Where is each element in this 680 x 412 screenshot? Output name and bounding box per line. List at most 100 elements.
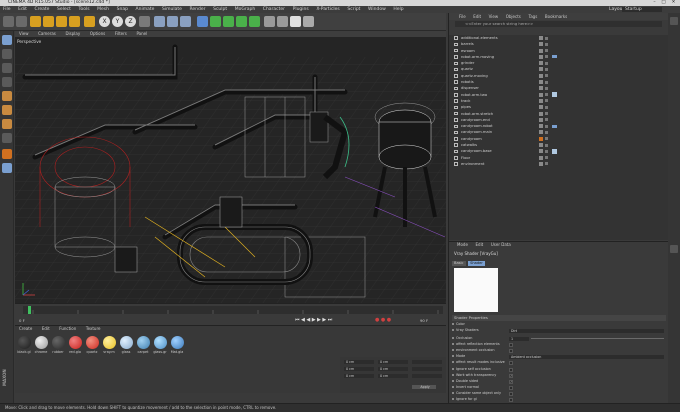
menu-window[interactable]: Window xyxy=(365,6,389,13)
layout-select[interactable]: Startup xyxy=(622,7,662,12)
om-menu-tags[interactable]: Tags xyxy=(525,13,540,20)
material-swatch[interactable]: Mat.gla xyxy=(170,336,184,354)
list-item[interactable]: environment xyxy=(449,161,669,167)
menu-create[interactable]: Create xyxy=(31,6,52,13)
rot-h-field[interactable] xyxy=(412,360,442,364)
om-menu-file[interactable]: File xyxy=(449,13,469,20)
polygons-mode-icon[interactable] xyxy=(2,119,12,129)
om-menu-bookmarks[interactable]: Bookmarks xyxy=(542,13,570,20)
undo-icon[interactable] xyxy=(3,16,14,27)
timeline-end[interactable]: 90 F xyxy=(420,318,428,323)
menu-tools[interactable]: Tools xyxy=(75,6,92,13)
objects-tab-icon[interactable] xyxy=(670,17,678,25)
array-icon[interactable] xyxy=(236,16,247,27)
render-view-icon[interactable] xyxy=(154,16,165,27)
recent-tool-icon[interactable] xyxy=(84,16,95,27)
material-swatch[interactable]: chrome xyxy=(34,336,48,354)
coord-x-field[interactable]: 0 cm xyxy=(344,360,374,364)
menu-simulate[interactable]: Simulate xyxy=(159,6,185,13)
sculpt-icon[interactable] xyxy=(2,163,12,173)
ignore-gi-checkbox[interactable] xyxy=(509,398,513,402)
om-menu-objects[interactable]: Objects xyxy=(503,13,524,20)
material-menu-function[interactable]: Function xyxy=(55,326,80,332)
coord-z-field[interactable]: 0 cm xyxy=(344,374,374,378)
ignore-self-checkbox[interactable] xyxy=(509,368,513,372)
coord-system-icon[interactable] xyxy=(139,16,150,27)
vray-icon[interactable] xyxy=(303,16,314,27)
z-axis-icon[interactable]: Z xyxy=(125,16,136,27)
size-z-field[interactable]: 0 cm xyxy=(378,374,408,378)
texture-mode-icon[interactable] xyxy=(2,63,12,73)
render-settings-icon[interactable] xyxy=(180,16,191,27)
edges-mode-icon[interactable] xyxy=(2,105,12,115)
y-axis-icon[interactable]: Y xyxy=(112,16,123,27)
make-editable-icon[interactable] xyxy=(2,35,12,45)
tab-shader[interactable]: Shader xyxy=(468,261,485,266)
menu-select[interactable]: Select xyxy=(54,6,74,13)
material-swatch[interactable]: quartz xyxy=(85,336,99,354)
camera-icon[interactable] xyxy=(277,16,288,27)
live-select-icon[interactable] xyxy=(30,16,41,27)
work-transparency-checkbox[interactable]: ✓ xyxy=(509,374,513,378)
vray-shaders-select[interactable]: Dirt xyxy=(509,328,664,333)
move-icon[interactable] xyxy=(43,16,54,27)
menu-character[interactable]: Character xyxy=(260,6,288,13)
pen-icon[interactable] xyxy=(210,16,221,27)
material-menu-create[interactable]: Create xyxy=(15,326,36,332)
material-swatch[interactable]: carpet xyxy=(136,336,150,354)
affect-result-checkbox[interactable] xyxy=(509,361,513,365)
deformer-icon[interactable] xyxy=(249,16,260,27)
attributes-tab-icon[interactable] xyxy=(670,245,678,253)
size-y-field[interactable]: 0 cm xyxy=(378,367,408,371)
3d-viewport[interactable]: Perspective xyxy=(15,37,446,303)
affect-reflection-checkbox[interactable] xyxy=(509,343,513,347)
workplane-icon[interactable] xyxy=(2,77,12,87)
attr-menu-edit[interactable]: Edit xyxy=(473,242,487,248)
menu-snap[interactable]: Snap xyxy=(114,6,131,13)
material-swatch[interactable]: vray.m xyxy=(102,336,116,354)
om-menu-edit[interactable]: Edit xyxy=(470,13,484,20)
tab-basic[interactable]: Basic xyxy=(452,261,466,266)
record-keys-icon[interactable]: ●●● xyxy=(375,317,393,323)
light-icon[interactable] xyxy=(290,16,301,27)
mode-select[interactable]: Ambient occlusion xyxy=(509,354,664,359)
menu-file[interactable]: File xyxy=(0,6,14,13)
timeline-start[interactable]: 0 F xyxy=(19,318,25,323)
menu-script[interactable]: Script xyxy=(344,6,363,13)
render-picture-viewer-icon[interactable] xyxy=(167,16,178,27)
material-swatch[interactable]: red.glo xyxy=(68,336,82,354)
subdivision-icon[interactable] xyxy=(223,16,234,27)
same-object-checkbox[interactable] xyxy=(509,392,513,396)
double-sided-checkbox[interactable]: ✓ xyxy=(509,380,513,384)
axis-mode-icon[interactable] xyxy=(2,133,12,143)
menu-edit[interactable]: Edit xyxy=(15,6,30,13)
material-swatch[interactable]: black.gl xyxy=(17,336,31,354)
material-swatch[interactable]: glass.gr xyxy=(153,336,167,354)
cube-icon[interactable] xyxy=(197,16,208,27)
timeline-ruler[interactable] xyxy=(23,306,443,314)
om-menu-view[interactable]: View xyxy=(486,13,502,20)
floor-icon[interactable] xyxy=(264,16,275,27)
coord-y-field[interactable]: 0 cm xyxy=(344,367,374,371)
menu-help[interactable]: Help xyxy=(390,6,406,13)
menu-xparticles[interactable]: X-Particles xyxy=(313,6,342,13)
invert-normal-checkbox[interactable] xyxy=(509,386,513,390)
menu-animate[interactable]: Animate xyxy=(133,6,158,13)
menu-render[interactable]: Render xyxy=(186,6,208,13)
x-axis-icon[interactable]: X xyxy=(99,16,110,27)
material-menu-texture[interactable]: Texture xyxy=(82,326,105,332)
env-occlusion-checkbox[interactable] xyxy=(509,349,513,353)
apply-button[interactable]: Apply xyxy=(412,385,436,389)
rot-b-field[interactable] xyxy=(412,374,442,378)
menu-sculpt[interactable]: Sculpt xyxy=(210,6,230,13)
redo-icon[interactable] xyxy=(16,16,27,27)
attr-menu-mode[interactable]: Mode xyxy=(449,242,471,248)
occlusion-slider[interactable] xyxy=(531,338,664,339)
rot-p-field[interactable] xyxy=(412,367,442,371)
transport-buttons[interactable]: ⏮◀◀▶▶▶⏭ xyxy=(295,317,334,323)
rotate-icon[interactable] xyxy=(69,16,80,27)
size-x-field[interactable]: 0 cm xyxy=(378,360,408,364)
material-swatch[interactable]: glass xyxy=(119,336,133,354)
points-mode-icon[interactable] xyxy=(2,91,12,101)
menu-plugins[interactable]: Plugins xyxy=(290,6,312,13)
